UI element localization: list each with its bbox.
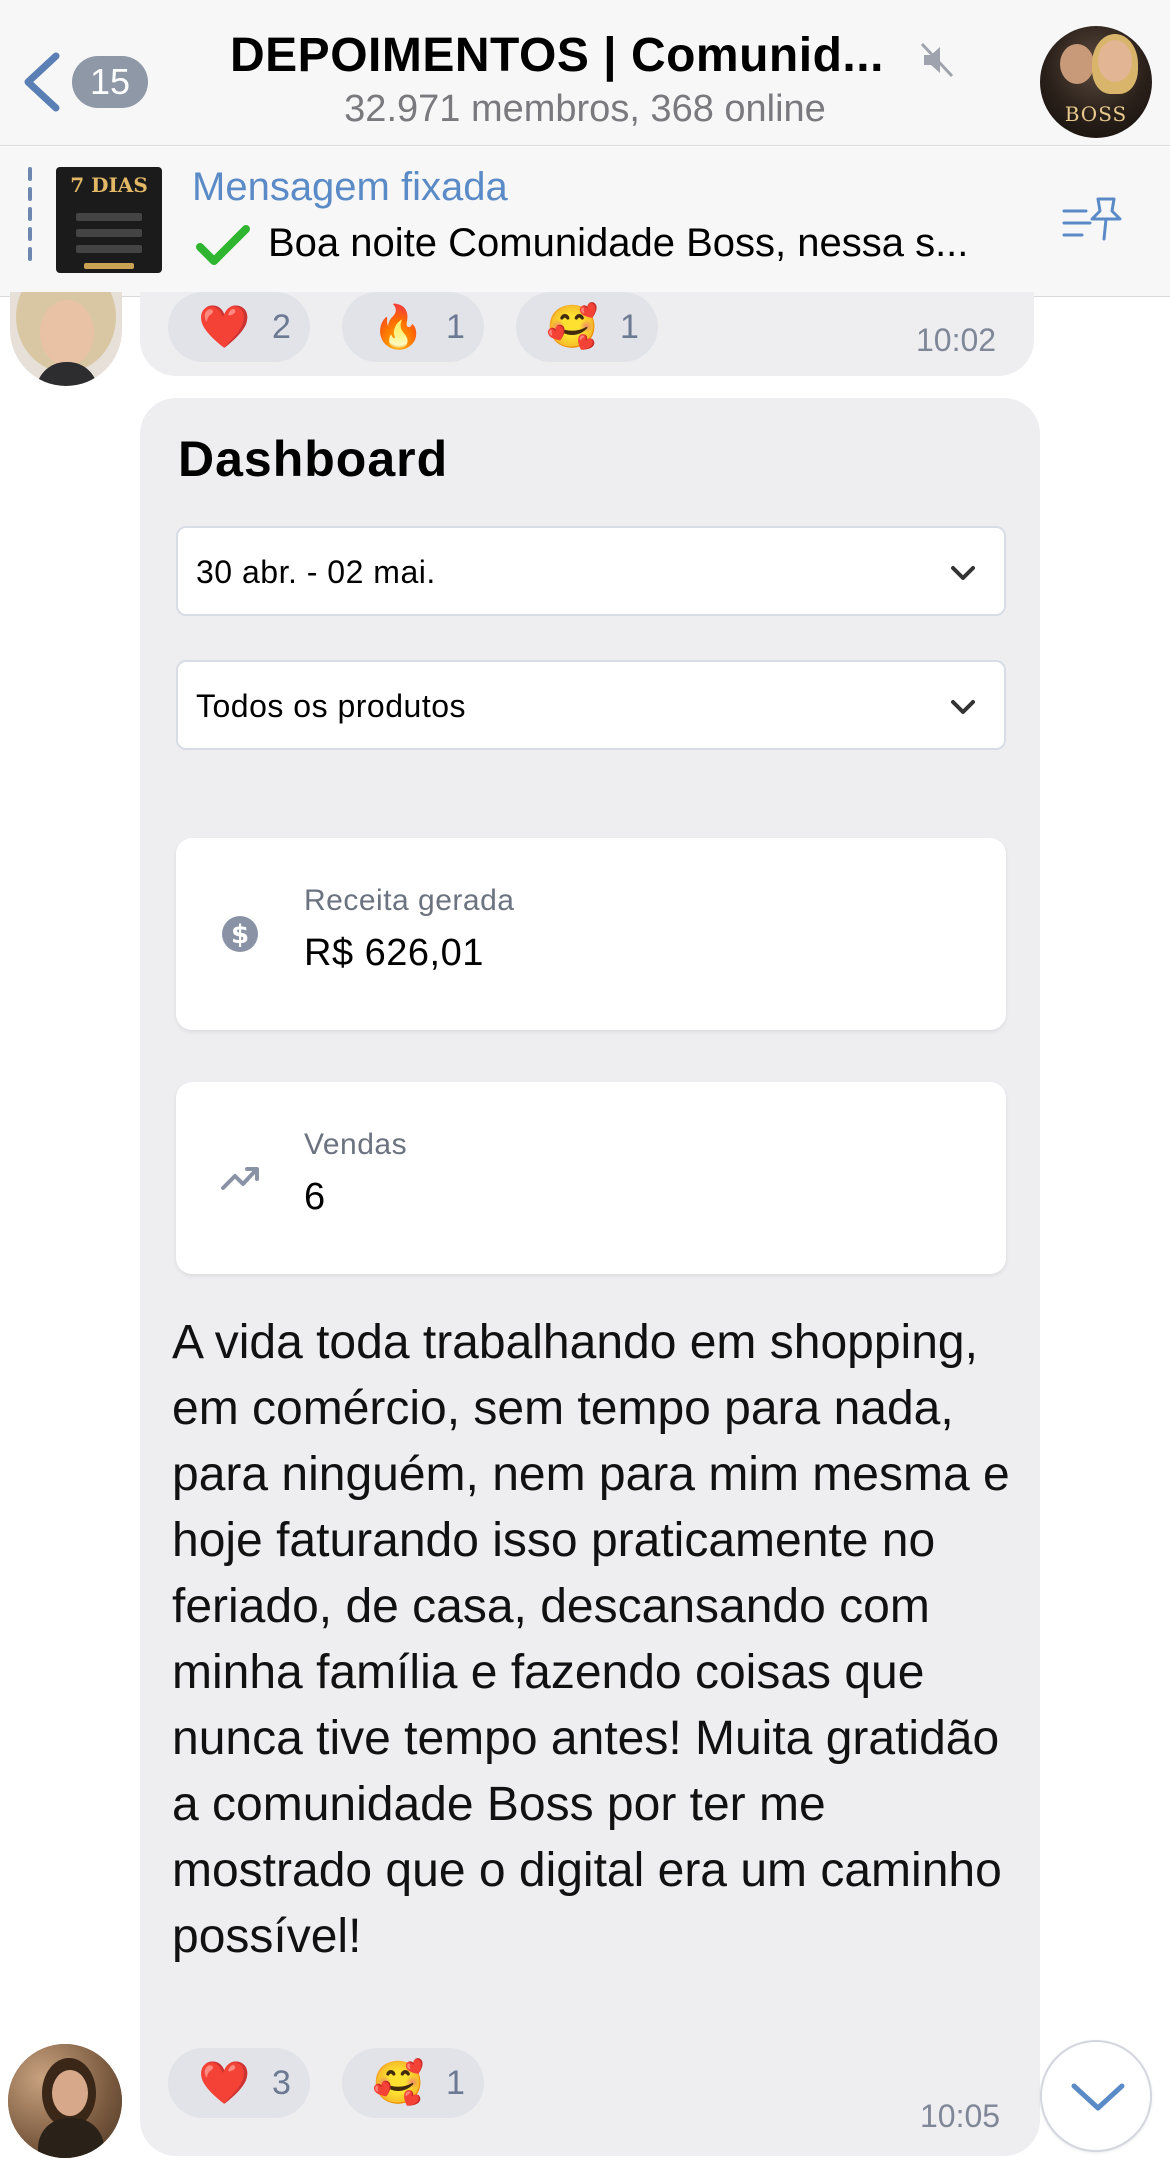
- product-value: Todos os produtos: [196, 688, 466, 724]
- reaction-smiling-hearts[interactable]: 🥰 1: [342, 2048, 484, 2118]
- scroll-to-bottom-button[interactable]: [1040, 2040, 1152, 2152]
- unread-count-badge[interactable]: 15: [72, 56, 148, 108]
- chevron-down-icon: [951, 566, 975, 580]
- dashboard-title: Dashboard: [178, 431, 449, 487]
- chat-header: 15 DEPOIMENTOS | Comunid... 32.971 membr…: [0, 0, 1170, 146]
- dollar-icon: $: [222, 916, 258, 952]
- smiling-face-hearts-icon: 🥰: [546, 302, 599, 351]
- sender-avatar[interactable]: [10, 292, 122, 386]
- message-bubble[interactable]: Dashboard 30 abr. - 02 mai. Todos os pro…: [140, 398, 1040, 2156]
- heart-icon: ❤️: [198, 302, 251, 351]
- reaction-fire[interactable]: 🔥 1: [342, 292, 484, 362]
- smiling-face-hearts-icon: 🥰: [372, 2058, 425, 2107]
- heart-icon: ❤️: [198, 2058, 251, 2107]
- revenue-label: Receita gerada: [304, 884, 515, 917]
- reaction-heart[interactable]: ❤️ 2: [168, 292, 310, 362]
- mute-icon: [920, 42, 954, 78]
- product-select[interactable]: Todos os produtos: [176, 660, 1006, 750]
- message-text: A vida toda trabalhando em shopping, em …: [172, 1316, 1010, 1963]
- revenue-card: $ Receita gerada R$ 626,01: [176, 838, 1006, 1030]
- svg-text:$: $: [231, 920, 249, 950]
- chat-member-count: 32.971 membros, 368 online: [344, 88, 826, 130]
- date-range-select[interactable]: 30 abr. - 02 mai.: [176, 526, 1006, 616]
- chevron-left-icon[interactable]: [18, 50, 64, 114]
- reactions-row: ❤️ 3 🥰 1: [168, 2048, 768, 2118]
- pinned-indicator: [28, 167, 34, 279]
- pinned-thumbnail: 7 DIAS: [56, 167, 162, 273]
- date-range-value: 30 abr. - 02 mai.: [196, 554, 436, 590]
- chevron-down-icon: [951, 700, 975, 714]
- sales-value: 6: [304, 1176, 326, 1218]
- reaction-count: 1: [620, 308, 639, 346]
- reaction-count: 2: [272, 308, 291, 346]
- reaction-heart[interactable]: ❤️ 3: [168, 2048, 310, 2118]
- fire-icon: 🔥: [372, 302, 425, 351]
- trending-up-icon: [221, 1167, 259, 1190]
- sales-card: Vendas 6: [176, 1082, 1006, 1274]
- avatar-person-right: [1098, 40, 1132, 82]
- avatar-brand-text: BOSS: [1064, 102, 1128, 126]
- message-time: 10:02: [916, 322, 997, 358]
- pinned-thumbnail-title: 7 DIAS: [70, 173, 148, 197]
- chat-title[interactable]: DEPOIMENTOS | Comunid...: [230, 28, 920, 83]
- sales-label: Vendas: [304, 1128, 408, 1161]
- pinned-message-bar[interactable]: 7 DIAS Mensagem fixada Boa noite Comunid…: [0, 147, 1170, 297]
- reaction-count: 3: [272, 2064, 291, 2102]
- pinned-text: Boa noite Comunidade Boss, nessa s...: [268, 221, 969, 265]
- check-mark-icon: [196, 225, 250, 265]
- message-bubble[interactable]: ❤️ 2 🔥 1 🥰 1 10:02: [140, 292, 1034, 376]
- chevron-down-icon: [1071, 2083, 1125, 2111]
- sender-avatar[interactable]: [8, 2044, 122, 2158]
- reaction-count: 1: [446, 308, 465, 346]
- reaction-count: 1: [446, 2064, 465, 2102]
- pinned-list-icon[interactable]: [1060, 193, 1126, 249]
- revenue-value: R$ 626,01: [304, 932, 484, 974]
- reaction-smiling-hearts[interactable]: 🥰 1: [516, 292, 658, 362]
- message-time: 10:05: [920, 2098, 1001, 2134]
- avatar-person-left: [1060, 44, 1094, 84]
- pinned-title: Mensagem fixada: [192, 165, 508, 209]
- group-avatar[interactable]: BOSS: [1040, 26, 1152, 138]
